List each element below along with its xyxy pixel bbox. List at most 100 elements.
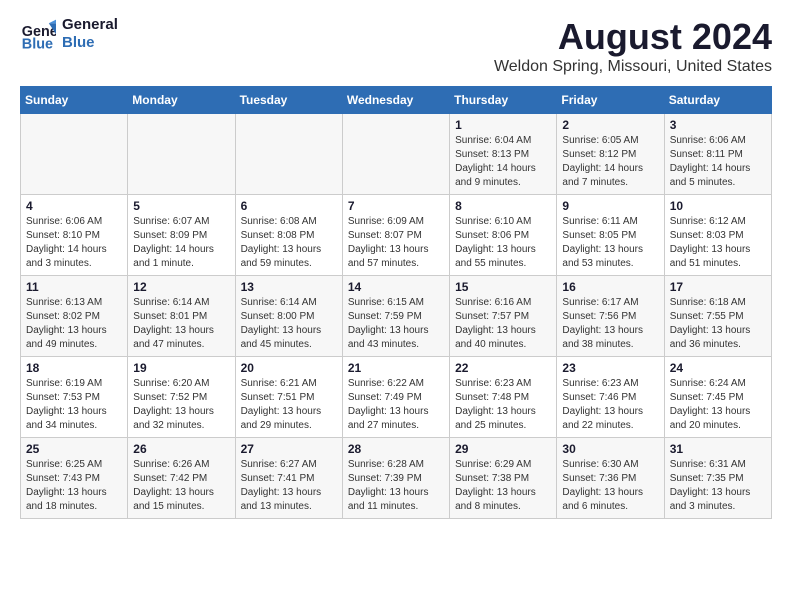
calendar-cell: 5 Sunrise: 6:07 AM Sunset: 8:09 PM Daylig… bbox=[128, 195, 235, 276]
day-number: 30 bbox=[562, 442, 658, 456]
day-info: Sunrise: 6:04 AM Sunset: 8:13 PM Dayligh… bbox=[455, 134, 551, 190]
day-info: Sunrise: 6:31 AM Sunset: 7:35 PM Dayligh… bbox=[670, 458, 766, 514]
title-area: August 2024 Weldon Spring, Missouri, Uni… bbox=[494, 16, 772, 76]
day-number: 4 bbox=[26, 199, 122, 213]
day-number: 2 bbox=[562, 118, 658, 132]
calendar-cell: 27Sunrise: 6:27 AM Sunset: 7:41 PM Dayli… bbox=[235, 438, 342, 519]
day-info: Sunrise: 6:30 AM Sunset: 7:36 PM Dayligh… bbox=[562, 458, 658, 514]
day-info: Sunrise: 6:21 AM Sunset: 7:51 PM Dayligh… bbox=[241, 377, 337, 433]
day-info: Sunrise: 6:13 AM Sunset: 8:02 PM Dayligh… bbox=[26, 296, 122, 352]
day-number: 3 bbox=[670, 118, 766, 132]
calendar-cell: 2 Sunrise: 6:05 AM Sunset: 8:12 PM Daylig… bbox=[557, 114, 664, 195]
calendar-week-4: 18 Sunrise: 6:19 AM Sunset: 7:53 PM Dayli… bbox=[21, 357, 772, 438]
header-friday: Friday bbox=[557, 87, 664, 114]
calendar-cell: 24 Sunrise: 6:24 AM Sunset: 7:45 PM Dayli… bbox=[664, 357, 771, 438]
subtitle: Weldon Spring, Missouri, United States bbox=[494, 58, 772, 76]
calendar-week-2: 4 Sunrise: 6:06 AM Sunset: 8:10 PM Daylig… bbox=[21, 195, 772, 276]
day-number: 26 bbox=[133, 442, 229, 456]
calendar-cell: 12 Sunrise: 6:14 AM Sunset: 8:01 PM Dayli… bbox=[128, 276, 235, 357]
calendar-cell: 8 Sunrise: 6:10 AM Sunset: 8:06 PM Daylig… bbox=[450, 195, 557, 276]
calendar-cell: 29Sunrise: 6:29 AM Sunset: 7:38 PM Dayli… bbox=[450, 438, 557, 519]
calendar-table: SundayMondayTuesdayWednesdayThursdayFrid… bbox=[20, 86, 772, 519]
day-number: 21 bbox=[348, 361, 444, 375]
calendar-cell bbox=[21, 114, 128, 195]
page-header: General Blue General Blue August 2024 We… bbox=[20, 16, 772, 76]
calendar-cell: 15Sunrise: 6:16 AM Sunset: 7:57 PM Dayli… bbox=[450, 276, 557, 357]
day-info: Sunrise: 6:06 AM Sunset: 8:11 PM Dayligh… bbox=[670, 134, 766, 190]
day-number: 6 bbox=[241, 199, 337, 213]
day-info: Sunrise: 6:20 AM Sunset: 7:52 PM Dayligh… bbox=[133, 377, 229, 433]
header-tuesday: Tuesday bbox=[235, 87, 342, 114]
day-info: Sunrise: 6:15 AM Sunset: 7:59 PM Dayligh… bbox=[348, 296, 444, 352]
logo: General Blue General Blue bbox=[20, 16, 118, 52]
day-number: 13 bbox=[241, 280, 337, 294]
day-info: Sunrise: 6:12 AM Sunset: 8:03 PM Dayligh… bbox=[670, 215, 766, 271]
day-number: 15 bbox=[455, 280, 551, 294]
day-info: Sunrise: 6:24 AM Sunset: 7:45 PM Dayligh… bbox=[670, 377, 766, 433]
day-number: 11 bbox=[26, 280, 122, 294]
calendar-cell: 17Sunrise: 6:18 AM Sunset: 7:55 PM Dayli… bbox=[664, 276, 771, 357]
day-info: Sunrise: 6:14 AM Sunset: 8:01 PM Dayligh… bbox=[133, 296, 229, 352]
day-info: Sunrise: 6:18 AM Sunset: 7:55 PM Dayligh… bbox=[670, 296, 766, 352]
day-number: 19 bbox=[133, 361, 229, 375]
day-info: Sunrise: 6:17 AM Sunset: 7:56 PM Dayligh… bbox=[562, 296, 658, 352]
calendar-cell: 26 Sunrise: 6:26 AM Sunset: 7:42 PM Dayli… bbox=[128, 438, 235, 519]
day-info: Sunrise: 6:23 AM Sunset: 7:46 PM Dayligh… bbox=[562, 377, 658, 433]
day-info: Sunrise: 6:09 AM Sunset: 8:07 PM Dayligh… bbox=[348, 215, 444, 271]
day-info: Sunrise: 6:06 AM Sunset: 8:10 PM Dayligh… bbox=[26, 215, 122, 271]
calendar-cell bbox=[235, 114, 342, 195]
header-wednesday: Wednesday bbox=[342, 87, 449, 114]
day-number: 20 bbox=[241, 361, 337, 375]
header-monday: Monday bbox=[128, 87, 235, 114]
header-saturday: Saturday bbox=[664, 87, 771, 114]
day-info: Sunrise: 6:28 AM Sunset: 7:39 PM Dayligh… bbox=[348, 458, 444, 514]
day-info: Sunrise: 6:19 AM Sunset: 7:53 PM Dayligh… bbox=[26, 377, 122, 433]
header-thursday: Thursday bbox=[450, 87, 557, 114]
calendar-cell: 30 Sunrise: 6:30 AM Sunset: 7:36 PM Dayli… bbox=[557, 438, 664, 519]
calendar-cell: 9 Sunrise: 6:11 AM Sunset: 8:05 PM Daylig… bbox=[557, 195, 664, 276]
calendar-week-5: 25 Sunrise: 6:25 AM Sunset: 7:43 PM Dayli… bbox=[21, 438, 772, 519]
day-number: 29 bbox=[455, 442, 551, 456]
day-number: 9 bbox=[562, 199, 658, 213]
day-number: 14 bbox=[348, 280, 444, 294]
calendar-cell bbox=[128, 114, 235, 195]
calendar-cell: 6 Sunrise: 6:08 AM Sunset: 8:08 PM Daylig… bbox=[235, 195, 342, 276]
day-number: 10 bbox=[670, 199, 766, 213]
day-info: Sunrise: 6:08 AM Sunset: 8:08 PM Dayligh… bbox=[241, 215, 337, 271]
day-info: Sunrise: 6:05 AM Sunset: 8:12 PM Dayligh… bbox=[562, 134, 658, 190]
calendar-cell: 14 Sunrise: 6:15 AM Sunset: 7:59 PM Dayli… bbox=[342, 276, 449, 357]
day-number: 8 bbox=[455, 199, 551, 213]
calendar-week-1: 1Sunrise: 6:04 AM Sunset: 8:13 PM Daylig… bbox=[21, 114, 772, 195]
calendar-cell: 10 Sunrise: 6:12 AM Sunset: 8:03 PM Dayli… bbox=[664, 195, 771, 276]
main-title: August 2024 bbox=[494, 16, 772, 58]
calendar-cell bbox=[342, 114, 449, 195]
calendar-cell: 11 Sunrise: 6:13 AM Sunset: 8:02 PM Dayli… bbox=[21, 276, 128, 357]
day-number: 18 bbox=[26, 361, 122, 375]
day-info: Sunrise: 6:07 AM Sunset: 8:09 PM Dayligh… bbox=[133, 215, 229, 271]
calendar-cell: 3 Sunrise: 6:06 AM Sunset: 8:11 PM Daylig… bbox=[664, 114, 771, 195]
day-number: 7 bbox=[348, 199, 444, 213]
day-info: Sunrise: 6:23 AM Sunset: 7:48 PM Dayligh… bbox=[455, 377, 551, 433]
day-info: Sunrise: 6:14 AM Sunset: 8:00 PM Dayligh… bbox=[241, 296, 337, 352]
header-sunday: Sunday bbox=[21, 87, 128, 114]
day-number: 24 bbox=[670, 361, 766, 375]
day-info: Sunrise: 6:11 AM Sunset: 8:05 PM Dayligh… bbox=[562, 215, 658, 271]
day-number: 16 bbox=[562, 280, 658, 294]
day-info: Sunrise: 6:22 AM Sunset: 7:49 PM Dayligh… bbox=[348, 377, 444, 433]
logo-line2: Blue bbox=[62, 34, 118, 52]
day-info: Sunrise: 6:25 AM Sunset: 7:43 PM Dayligh… bbox=[26, 458, 122, 514]
calendar-cell: 20 Sunrise: 6:21 AM Sunset: 7:51 PM Dayli… bbox=[235, 357, 342, 438]
calendar-cell: 1Sunrise: 6:04 AM Sunset: 8:13 PM Daylig… bbox=[450, 114, 557, 195]
calendar-cell: 31Sunrise: 6:31 AM Sunset: 7:35 PM Dayli… bbox=[664, 438, 771, 519]
calendar-cell: 4 Sunrise: 6:06 AM Sunset: 8:10 PM Daylig… bbox=[21, 195, 128, 276]
day-number: 27 bbox=[241, 442, 337, 456]
logo-icon: General Blue bbox=[20, 16, 56, 52]
day-number: 28 bbox=[348, 442, 444, 456]
day-number: 5 bbox=[133, 199, 229, 213]
calendar-cell: 7 Sunrise: 6:09 AM Sunset: 8:07 PM Daylig… bbox=[342, 195, 449, 276]
day-number: 25 bbox=[26, 442, 122, 456]
day-info: Sunrise: 6:10 AM Sunset: 8:06 PM Dayligh… bbox=[455, 215, 551, 271]
calendar-cell: 23Sunrise: 6:23 AM Sunset: 7:46 PM Dayli… bbox=[557, 357, 664, 438]
day-info: Sunrise: 6:26 AM Sunset: 7:42 PM Dayligh… bbox=[133, 458, 229, 514]
day-number: 12 bbox=[133, 280, 229, 294]
